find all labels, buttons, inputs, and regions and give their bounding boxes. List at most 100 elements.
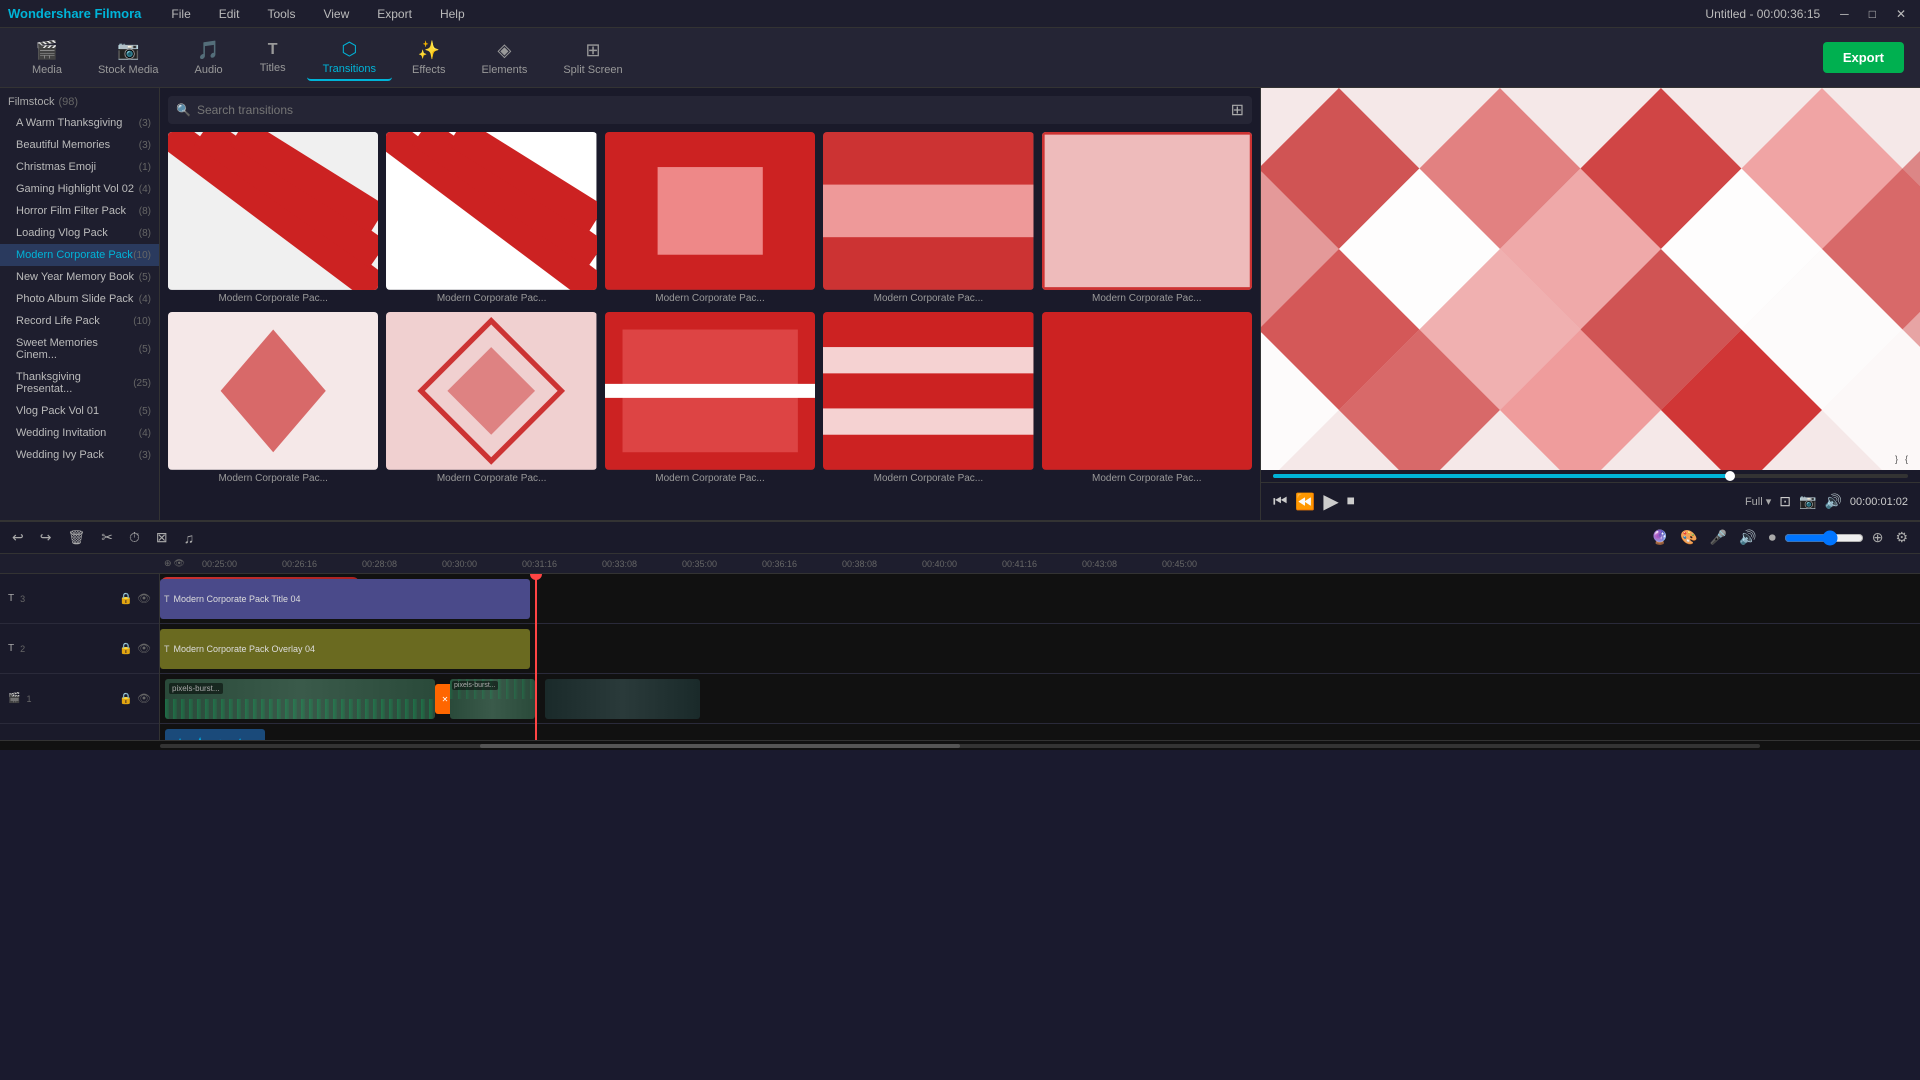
menu-export[interactable]: Export: [371, 5, 418, 23]
horror-film-label: Horror Film Filter Pack: [16, 205, 126, 217]
quality-selector[interactable]: Full ▾: [1745, 495, 1771, 508]
track-row-1: T Modern C pixels-burst... ✕: [160, 674, 1920, 724]
photo-album-label: Photo Album Slide Pack: [16, 293, 133, 305]
mic-button[interactable]: 🎤: [1706, 527, 1731, 548]
sidebar-item-record-life[interactable]: Record Life Pack (10): [0, 310, 159, 332]
menu-file[interactable]: File: [165, 5, 196, 23]
toolbar-effects-label: Effects: [412, 64, 445, 76]
sidebar-item-christmas-emoji[interactable]: Christmas Emoji (1): [0, 156, 159, 178]
audio-clip[interactable]: [165, 729, 265, 740]
sidebar-item-modern-corporate[interactable]: Modern Corporate Pack (10): [0, 244, 159, 266]
minimize-btn[interactable]: ─: [1834, 5, 1855, 23]
transition-item-4[interactable]: Modern Corporate Pac...: [823, 132, 1033, 304]
video-clip-2[interactable]: pixels-burst...: [450, 679, 535, 719]
sidebar-item-wedding-ivy[interactable]: Wedding Ivy Pack (3): [0, 444, 159, 466]
menu-help[interactable]: Help: [434, 5, 471, 23]
video-clip-1[interactable]: pixels-burst...: [165, 679, 435, 719]
app-logo: Wondershare Filmora: [8, 6, 141, 21]
ruler-mark-11: 00:43:08: [1080, 559, 1160, 569]
ruler-mark-9: 00:40:00: [920, 559, 1000, 569]
settings-button[interactable]: ⚙: [1891, 527, 1912, 548]
color-btn[interactable]: 🎨: [1676, 527, 1701, 548]
frame-back-button[interactable]: ⏪: [1295, 492, 1315, 512]
audio-detach-button[interactable]: ♫: [180, 528, 199, 548]
close-btn[interactable]: ✕: [1890, 5, 1912, 23]
toolbar-effects[interactable]: ✨ Effects: [396, 36, 461, 80]
transition-item-3[interactable]: Modern Corporate Pac...: [605, 132, 815, 304]
toolbar-audio[interactable]: 🎵 Audio: [179, 36, 239, 80]
zoom-in-button[interactable]: ⊕: [1868, 527, 1888, 548]
sidebar-item-photo-album[interactable]: Photo Album Slide Pack (4): [0, 288, 159, 310]
sidebar-item-warm-thanksgiving[interactable]: A Warm Thanksgiving (3): [0, 112, 159, 134]
toolbar-stock[interactable]: 📷 Stock Media: [82, 36, 175, 80]
screen-record-button[interactable]: ⏺: [1765, 527, 1780, 548]
horizontal-scrollbar-track[interactable]: [160, 744, 1760, 748]
play-button[interactable]: ▶: [1323, 489, 1338, 514]
transition-item-6[interactable]: Modern Corporate Pac...: [168, 312, 378, 484]
menu-view[interactable]: View: [317, 5, 355, 23]
maximize-btn[interactable]: □: [1863, 5, 1882, 23]
overlay-clip-label: Modern Corporate Pack Overlay 04: [174, 644, 316, 654]
sidebar-item-thanksgiving[interactable]: Thanksgiving Presentat... (25): [0, 366, 159, 400]
sidebar-item-beautiful-memories[interactable]: Beautiful Memories (3): [0, 134, 159, 156]
scrubber-handle[interactable]: [1725, 471, 1735, 481]
loading-vlog-count: (8): [139, 228, 151, 239]
transition-item-2[interactable]: Modern Corporate Pac...: [386, 132, 596, 304]
cut-button[interactable]: ✂: [97, 527, 117, 548]
transition-item-10[interactable]: Modern Corporate Pac...: [1042, 312, 1252, 484]
screenshot-button[interactable]: 📷: [1799, 493, 1816, 510]
clip-title[interactable]: T Modern Corporate Pack Title 04: [160, 579, 530, 619]
wedding-invitation-count: (4): [139, 428, 151, 439]
volume-icon[interactable]: 🔊: [1824, 493, 1841, 510]
transition-item-8[interactable]: Modern Corporate Pac...: [605, 312, 815, 484]
speaker-button[interactable]: 🔊: [1735, 527, 1760, 548]
clip-overlay[interactable]: T Modern Corporate Pack Overlay 04: [160, 629, 530, 669]
fit-button[interactable]: ⊡: [1779, 493, 1791, 510]
sidebar-item-loading-vlog[interactable]: Loading Vlog Pack (8): [0, 222, 159, 244]
transition-item-5[interactable]: Modern Corporate Pac...: [1042, 132, 1252, 304]
speed-button[interactable]: ⏱: [125, 527, 144, 548]
toolbar-transitions[interactable]: ⬡ Transitions: [307, 35, 392, 81]
menu-edit[interactable]: Edit: [213, 5, 246, 23]
track-1-eye[interactable]: 👁: [137, 692, 151, 705]
search-input[interactable]: [197, 103, 1225, 117]
ruler-mark-6: 00:35:00: [680, 559, 760, 569]
transition-item-1[interactable]: Modern Corporate Pac...: [168, 132, 378, 304]
transition-thumb-8: [605, 312, 815, 470]
toolbar-titles[interactable]: T Titles: [243, 37, 303, 78]
track-2-lock[interactable]: 🔒: [119, 642, 133, 655]
transition-item-9[interactable]: Modern Corporate Pac...: [823, 312, 1033, 484]
horror-film-count: (8): [139, 206, 151, 217]
track-3-lock[interactable]: 🔒: [119, 592, 133, 605]
horizontal-scrollbar-thumb[interactable]: [480, 744, 960, 748]
sidebar-item-vlog-pack[interactable]: Vlog Pack Vol 01 (5): [0, 400, 159, 422]
menu-tools[interactable]: Tools: [261, 5, 301, 23]
export-button[interactable]: Export: [1823, 42, 1904, 73]
transition-label-7: Modern Corporate Pac...: [386, 473, 596, 484]
zoom-slider[interactable]: [1784, 530, 1864, 546]
delete-button[interactable]: 🗑: [63, 527, 89, 548]
toolbar-elements[interactable]: ◈ Elements: [465, 36, 543, 80]
track-3-eye[interactable]: 👁: [137, 592, 151, 605]
step-back-button[interactable]: ⏮: [1273, 493, 1287, 511]
track-1-lock[interactable]: 🔒: [119, 692, 133, 705]
sidebar-item-gaming-highlight[interactable]: Gaming Highlight Vol 02 (4): [0, 178, 159, 200]
undo-button[interactable]: ↩: [8, 527, 28, 548]
timeline-toolbar: ↩ ↪ 🗑 ✂ ⏱ ⊠ ♫ 🔮 🎨 🎤 🔊 ⏺ ⊕ ⚙: [0, 522, 1920, 554]
filmstock-label: Filmstock: [8, 96, 54, 108]
track-row-3: T Modern Corporate Pack Title 04: [160, 574, 1920, 624]
grid-view-button[interactable]: ⊞: [1231, 100, 1244, 120]
redo-button[interactable]: ↪: [36, 527, 56, 548]
sidebar-item-sweet-memories[interactable]: Sweet Memories Cinem... (5): [0, 332, 159, 366]
sidebar-item-new-year[interactable]: New Year Memory Book (5): [0, 266, 159, 288]
toolbar-media[interactable]: 🎬 Media: [16, 36, 78, 80]
sidebar-item-horror-film[interactable]: Horror Film Filter Pack (8): [0, 200, 159, 222]
transition-item-7[interactable]: Modern Corporate Pac...: [386, 312, 596, 484]
sidebar-item-wedding-invitation[interactable]: Wedding Invitation (4): [0, 422, 159, 444]
video-clip-3[interactable]: [545, 679, 700, 719]
split-button[interactable]: ⊠: [152, 527, 172, 548]
track-2-eye[interactable]: 👁: [137, 642, 151, 655]
stop-button[interactable]: ⏹: [1347, 493, 1355, 511]
toolbar-split[interactable]: ⊞ Split Screen: [547, 36, 638, 80]
magnet-button[interactable]: 🔮: [1647, 527, 1672, 548]
